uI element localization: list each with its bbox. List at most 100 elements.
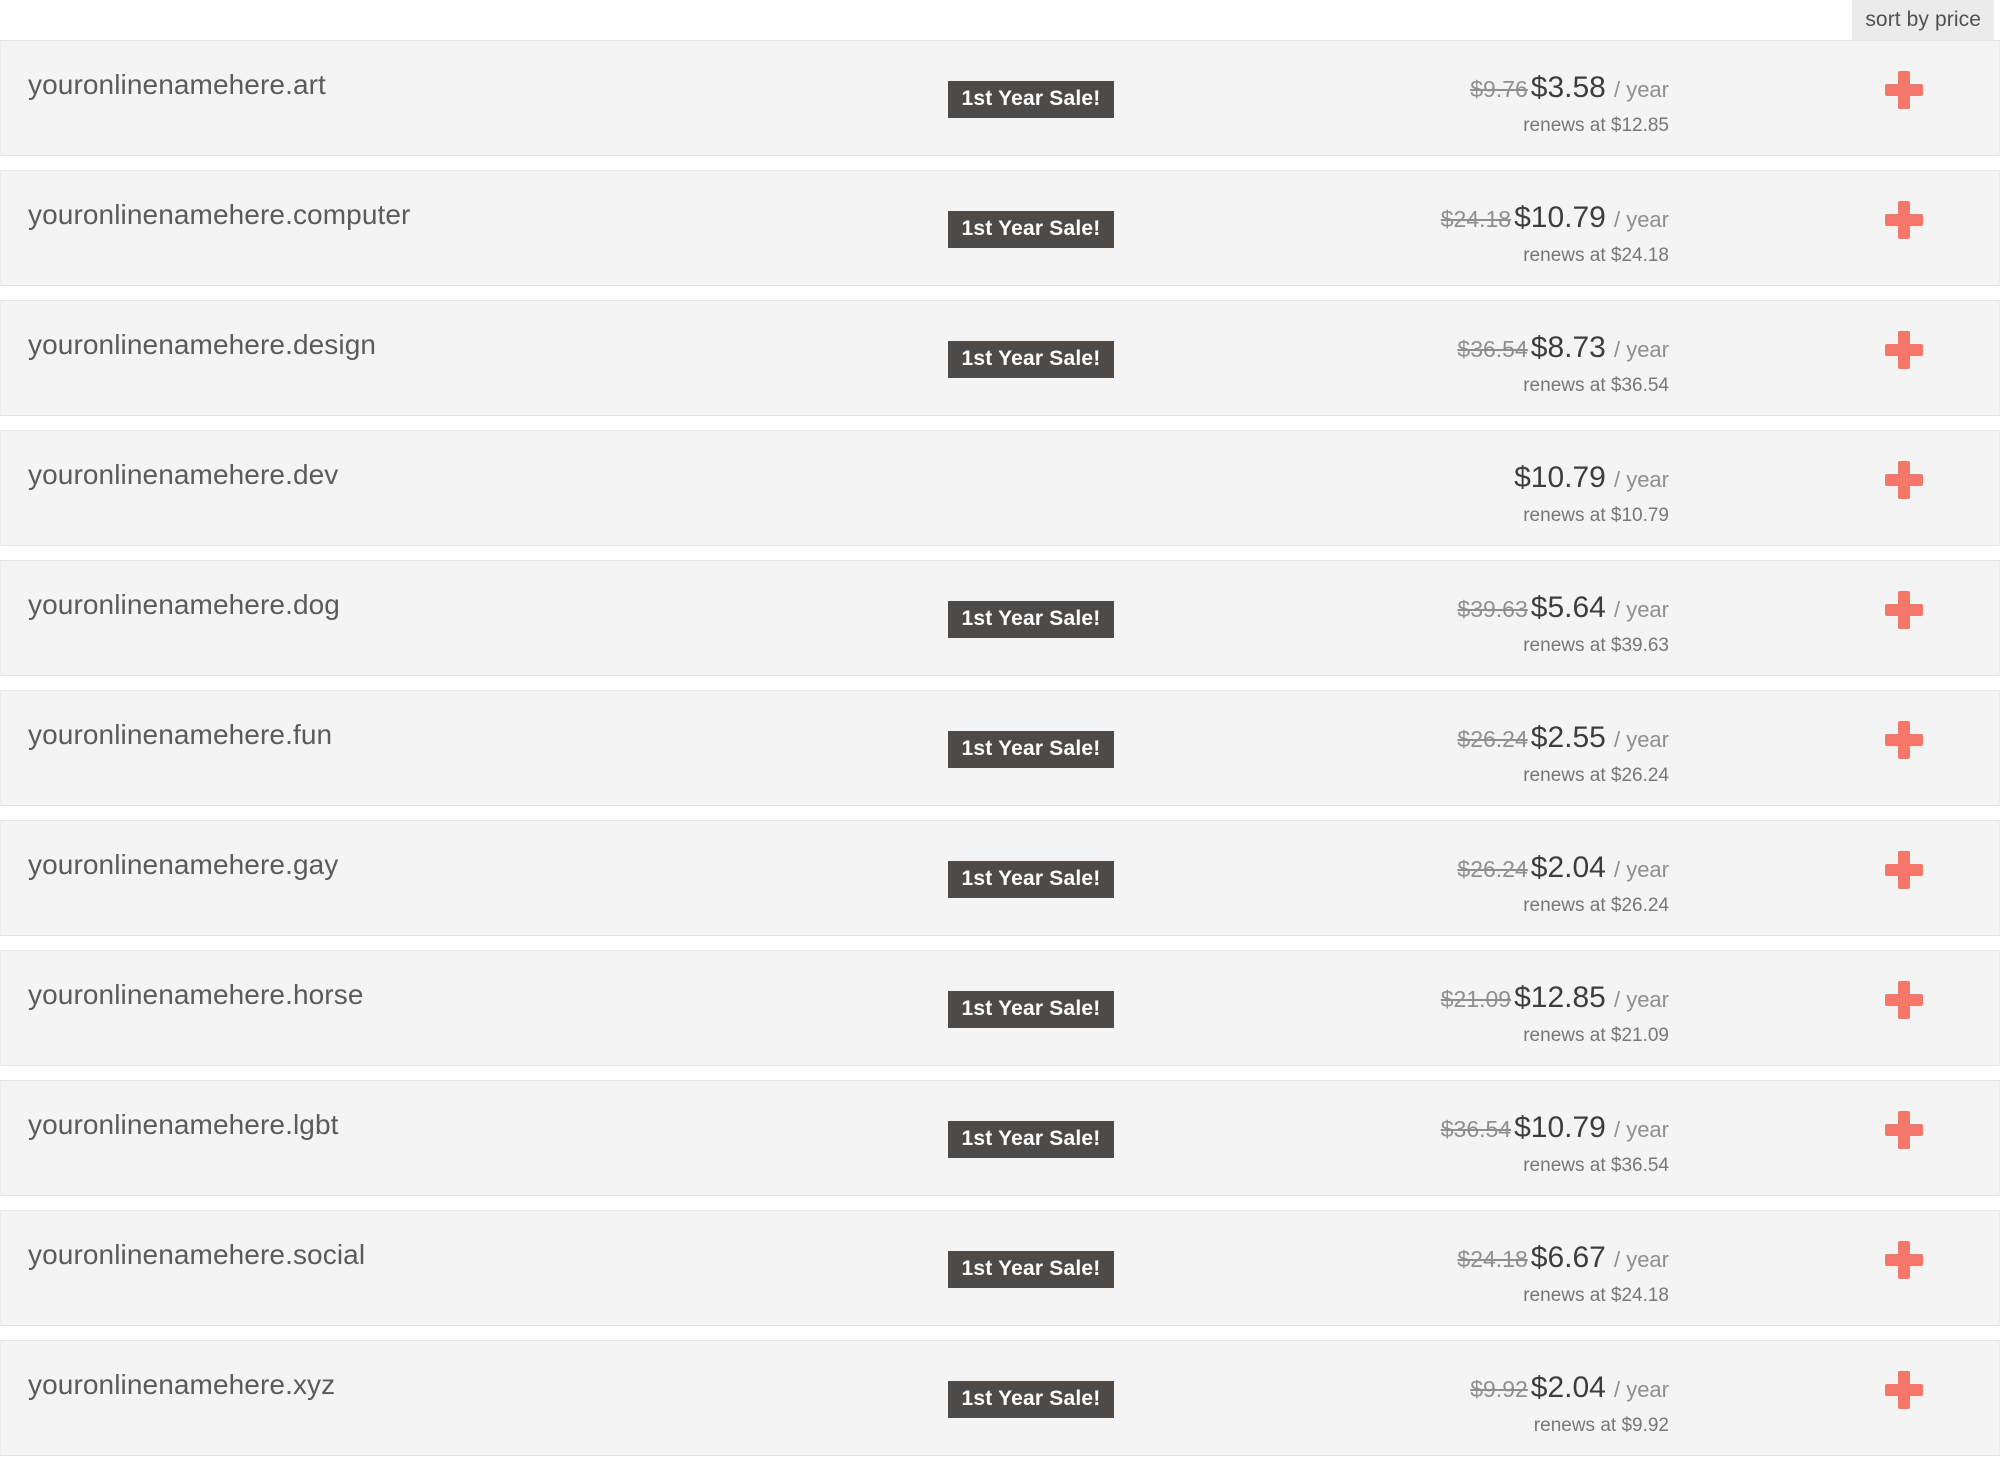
add-cell [1809, 561, 1999, 675]
domain-name[interactable]: youronlinenamehere.lgbt [28, 1109, 339, 1140]
status-badge: 1st Year Sale! [948, 1381, 1114, 1418]
plus-icon-vertical [1898, 1111, 1910, 1149]
domain-cell: youronlinenamehere.horse [1, 951, 821, 1011]
add-cell [1809, 1081, 1999, 1195]
plus-icon-vertical [1898, 721, 1910, 759]
add-to-cart-button[interactable] [1881, 197, 1927, 243]
status-badge: 1st Year Sale! [948, 601, 1114, 638]
add-cell [1809, 431, 1999, 545]
badge-cell: 1st Year Sale! [821, 561, 1241, 638]
badge-cell: 1st Year Sale! [821, 41, 1241, 118]
domain-name[interactable]: youronlinenamehere.fun [28, 719, 332, 750]
original-price: $39.63 [1457, 596, 1528, 622]
domain-name[interactable]: youronlinenamehere.design [28, 329, 376, 360]
add-to-cart-button[interactable] [1881, 977, 1927, 1023]
add-cell [1809, 1211, 1999, 1325]
price-line: $24.18 $10.79 / year [1241, 201, 1669, 236]
badge-cell: 1st Year Sale! [821, 951, 1241, 1028]
status-badge: 1st Year Sale! [948, 861, 1114, 898]
add-to-cart-button[interactable] [1881, 67, 1927, 113]
sale-price: $3.58 [1530, 71, 1606, 104]
price-period: / year [1607, 597, 1669, 622]
add-cell [1809, 691, 1999, 805]
domain-name[interactable]: youronlinenamehere.xyz [28, 1369, 335, 1400]
plus-icon-vertical [1898, 1371, 1910, 1409]
price-line: $26.24 $2.55 / year [1241, 721, 1669, 756]
price-period: / year [1607, 207, 1669, 232]
badge-cell: 1st Year Sale! [821, 1081, 1241, 1158]
price-line: $24.18 $6.67 / year [1241, 1241, 1669, 1276]
original-price: $36.54 [1440, 1116, 1512, 1142]
domain-results-list: youronlinenamehere.art 1st Year Sale! $9… [0, 40, 2000, 1456]
plus-icon-vertical [1898, 201, 1910, 239]
domain-cell: youronlinenamehere.dev [1, 431, 821, 491]
add-to-cart-button[interactable] [1881, 457, 1927, 503]
domain-cell: youronlinenamehere.art [1, 41, 821, 101]
price-line: $39.63 $5.64 / year [1241, 591, 1669, 626]
table-row[interactable]: youronlinenamehere.fun 1st Year Sale! $2… [0, 690, 2000, 806]
domain-name[interactable]: youronlinenamehere.computer [28, 199, 410, 230]
table-row[interactable]: youronlinenamehere.art 1st Year Sale! $9… [0, 40, 2000, 156]
table-row[interactable]: youronlinenamehere.social 1st Year Sale!… [0, 1210, 2000, 1326]
status-badge: 1st Year Sale! [948, 731, 1114, 768]
add-to-cart-button[interactable] [1881, 1237, 1927, 1283]
sale-price: $10.79 [1514, 461, 1606, 494]
status-badge: 1st Year Sale! [948, 211, 1114, 248]
add-to-cart-button[interactable] [1881, 1367, 1927, 1413]
sort-by-price-button[interactable]: sort by price [1852, 0, 1994, 40]
sale-price: $12.85 [1514, 981, 1606, 1014]
price-line: $9.76 $3.58 / year [1241, 71, 1669, 106]
table-row[interactable]: youronlinenamehere.dog 1st Year Sale! $3… [0, 560, 2000, 676]
status-badge: 1st Year Sale! [948, 991, 1114, 1028]
add-to-cart-button[interactable] [1881, 327, 1927, 373]
status-badge: 1st Year Sale! [948, 1251, 1114, 1288]
badge-cell: 1st Year Sale! [821, 1211, 1241, 1288]
table-row[interactable]: youronlinenamehere.lgbt 1st Year Sale! $… [0, 1080, 2000, 1196]
renewal-price: renews at $12.85 [1523, 114, 1669, 136]
renewal-price: renews at $10.79 [1523, 504, 1669, 526]
price-line: $10.79 / year [1241, 461, 1669, 496]
sale-price: $2.55 [1530, 721, 1606, 754]
price-period: / year [1607, 857, 1669, 882]
add-to-cart-button[interactable] [1881, 587, 1927, 633]
table-row[interactable]: youronlinenamehere.computer 1st Year Sal… [0, 170, 2000, 286]
price-period: / year [1607, 467, 1669, 492]
table-row[interactable]: youronlinenamehere.xyz 1st Year Sale! $9… [0, 1340, 2000, 1456]
price-period: / year [1607, 77, 1669, 102]
domain-cell: youronlinenamehere.lgbt [1, 1081, 821, 1141]
domain-name[interactable]: youronlinenamehere.dog [28, 589, 340, 620]
add-to-cart-button[interactable] [1881, 717, 1927, 763]
table-row[interactable]: youronlinenamehere.dev $10.79 / year ren… [0, 430, 2000, 546]
add-to-cart-button[interactable] [1881, 847, 1927, 893]
badge-cell: 1st Year Sale! [821, 691, 1241, 768]
add-cell [1809, 301, 1999, 415]
original-price: $9.76 [1470, 76, 1528, 102]
original-price: $21.09 [1440, 986, 1512, 1012]
add-cell [1809, 41, 1999, 155]
add-to-cart-button[interactable] [1881, 1107, 1927, 1153]
domain-name[interactable]: youronlinenamehere.horse [28, 979, 364, 1010]
renewal-price: renews at $9.92 [1533, 1414, 1669, 1436]
sale-price: $2.04 [1530, 851, 1606, 884]
table-row[interactable]: youronlinenamehere.design 1st Year Sale!… [0, 300, 2000, 416]
sale-price: $2.04 [1530, 1371, 1606, 1404]
domain-name[interactable]: youronlinenamehere.gay [28, 849, 338, 880]
domain-cell: youronlinenamehere.design [1, 301, 821, 361]
table-row[interactable]: youronlinenamehere.gay 1st Year Sale! $2… [0, 820, 2000, 936]
domain-name[interactable]: youronlinenamehere.dev [28, 459, 338, 490]
sale-price: $10.79 [1514, 1111, 1606, 1144]
price-line: $36.54 $8.73 / year [1241, 331, 1669, 366]
original-price: $36.54 [1457, 336, 1528, 362]
price-period: / year [1607, 987, 1669, 1012]
domain-cell: youronlinenamehere.gay [1, 821, 821, 881]
badge-cell [821, 431, 1241, 487]
add-cell [1809, 951, 1999, 1065]
original-price: $9.92 [1470, 1376, 1528, 1402]
badge-cell: 1st Year Sale! [821, 1341, 1241, 1418]
table-row[interactable]: youronlinenamehere.horse 1st Year Sale! … [0, 950, 2000, 1066]
renewal-price: renews at $36.54 [1523, 374, 1669, 396]
price-period: / year [1607, 1377, 1669, 1402]
domain-name[interactable]: youronlinenamehere.social [28, 1239, 365, 1270]
domain-name[interactable]: youronlinenamehere.art [28, 69, 326, 100]
renewal-price: renews at $26.24 [1523, 764, 1669, 786]
